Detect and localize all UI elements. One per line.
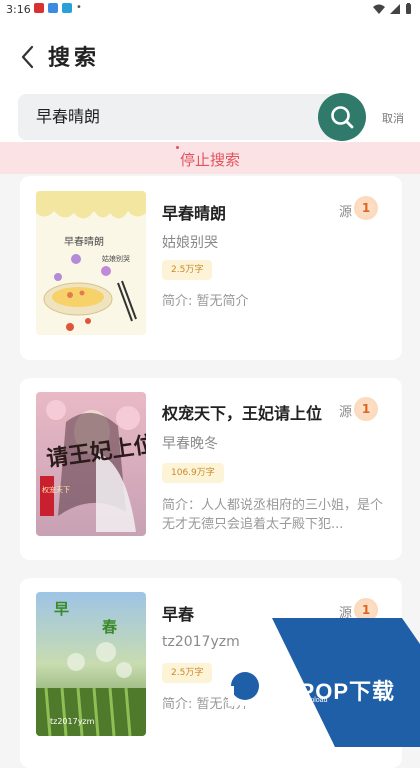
cover-tag: 权宠天下 (42, 485, 70, 494)
status-bar: 3:16 • (0, 0, 420, 20)
app-notification-icon (62, 3, 72, 13)
cancel-button[interactable]: 取消 (382, 110, 404, 126)
notification-icons: • (34, 3, 82, 13)
header: 搜索 (0, 20, 420, 92)
result-card[interactable]: 请王妃上位 权宠天下 权宠天下，王妃请上位 源 1 早春晚冬 106.9万字 简… (20, 378, 402, 560)
source-count-badge[interactable]: 1 (354, 196, 378, 220)
book-author: 姑娘别哭 (162, 235, 218, 251)
app-notification-icon (48, 3, 58, 13)
signal-icon (390, 3, 400, 14)
book-title[interactable]: 早春晴朗 (162, 200, 226, 224)
book-cover[interactable]: 早春晴朗 姑娘别哭 (36, 191, 146, 335)
search-button[interactable] (318, 93, 366, 141)
book-cover[interactable]: 早 春 tz2017yzm (36, 592, 146, 736)
system-icons (373, 3, 412, 14)
chevron-left-icon[interactable] (18, 44, 40, 70)
wifi-icon (373, 4, 385, 14)
cover-art: 请王妃上位 权宠天下 (36, 392, 146, 536)
word-count-badge: 2.5万字 (162, 260, 213, 280)
book-title[interactable]: 权宠天下，王妃请上位 (162, 400, 322, 424)
stop-search-button[interactable]: 停止搜索 (0, 149, 420, 170)
cover-author: 姑娘别哭 (102, 254, 130, 263)
source-count-badge[interactable]: 1 (354, 397, 378, 421)
cover-art: 早 春 tz2017yzm (36, 592, 146, 736)
word-count-badge: 106.9万字 (162, 463, 224, 483)
source-label: 源 (338, 405, 352, 420)
book-cover[interactable]: 请王妃上位 权宠天下 (36, 392, 146, 536)
status-time: 3:16 (6, 3, 31, 16)
result-card[interactable]: 早春晴朗 姑娘别哭 早春晴朗 源 1 姑娘别哭 2.5万字 简介: 暂无简介 (20, 176, 402, 360)
page-title: 搜索 (48, 46, 101, 71)
stop-search-bar[interactable]: 停止搜索 (0, 142, 420, 174)
source-count-badge[interactable]: 1 (354, 598, 378, 622)
word-count-badge: 2.5万字 (162, 663, 213, 683)
book-intro: 简介：人人都说丞相府的三小姐，是个无才无德只会追着太子殿下犯... (162, 498, 384, 532)
source-label: 源 (338, 205, 352, 220)
book-title[interactable]: 早春 (162, 601, 194, 625)
book-intro: 简介: 暂无简介 (162, 697, 249, 712)
book-author: 早春晚冬 (162, 436, 218, 452)
search-input[interactable] (36, 94, 316, 140)
result-card[interactable]: 早 春 tz2017yzm 早春 源 1 tz2017yzm 2.5万字 简介:… (20, 578, 402, 768)
book-author: tz2017yzm (162, 634, 240, 650)
source-label: 源 (338, 606, 352, 621)
search-icon (331, 106, 354, 129)
cover-title: 早春晴朗 (64, 235, 104, 248)
cover-author: tz2017yzm (50, 717, 95, 726)
cover-art: 早春晴朗 姑娘别哭 (36, 191, 146, 335)
battery-icon (406, 3, 411, 14)
search-box[interactable] (18, 94, 348, 140)
search-row: 取消 (0, 92, 420, 144)
dot-icon: • (76, 2, 82, 13)
book-intro: 简介: 暂无简介 (162, 294, 249, 309)
cover-title: 春 (102, 618, 117, 636)
app-notification-icon (34, 3, 44, 13)
cover-title: 早 (54, 600, 69, 618)
